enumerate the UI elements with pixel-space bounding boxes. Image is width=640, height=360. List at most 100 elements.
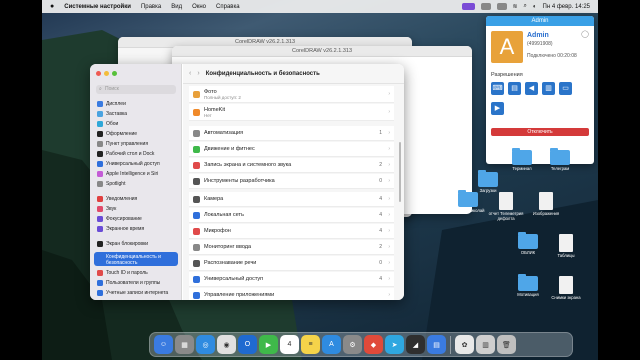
sidebar-item[interactable]: Учетные записи интернета	[94, 288, 178, 297]
menu-app-name[interactable]: Системные настройки	[64, 4, 131, 10]
wifi-icon[interactable]: ≋	[513, 3, 518, 10]
minimize-icon[interactable]	[104, 71, 109, 76]
disconnect-button[interactable]: Отключить	[491, 128, 589, 136]
desktop-icon[interactable]: Снимки экрана	[548, 276, 584, 300]
file-permission-icon[interactable]: ▥	[542, 82, 555, 95]
privacy-row[interactable]: Запись экрана и системного звука 2 ›	[189, 158, 394, 173]
menu-view[interactable]: Вид	[171, 4, 182, 10]
sidebar-item[interactable]: Обои	[94, 119, 178, 128]
menu-help[interactable]: Справка	[216, 4, 240, 10]
dock-appstore-icon[interactable]: A	[322, 335, 341, 354]
close-icon[interactable]	[96, 71, 101, 76]
privacy-row[interactable]: Движение и фитнес ›	[189, 142, 394, 157]
desktop-icon[interactable]: Загрузки	[470, 170, 506, 193]
privacy-row-label: HomeKit	[204, 106, 226, 113]
privacy-row[interactable]: Управление приложениями ›	[189, 288, 394, 300]
menu-window[interactable]: Окно	[192, 4, 206, 10]
privacy-row[interactable]: Универсальный доступ 4 ›	[189, 272, 394, 287]
privacy-row-count: 0	[379, 260, 382, 266]
desktop-icon-label: Таблицы	[557, 253, 575, 258]
desktop-icon[interactable]: Телеграм	[542, 148, 578, 171]
dock-safari-icon[interactable]: ◎	[196, 335, 215, 354]
privacy-row[interactable]: Микрофон 4 ›	[189, 224, 394, 239]
desktop-icon[interactable]: Терминал	[504, 148, 540, 171]
privacy-row[interactable]: Распознавание речи 0 ›	[189, 256, 394, 271]
screen-permission-icon[interactable]: ▭	[559, 82, 572, 95]
sidebar-item[interactable]: Заставка	[94, 109, 178, 118]
forward-chevron-icon[interactable]: ›	[197, 70, 199, 77]
content-scrollbar[interactable]	[399, 142, 401, 202]
desktop-icon[interactable]: Мотивация	[510, 274, 546, 297]
dock-outlook-icon[interactable]: O	[238, 335, 257, 354]
sidebar-item-label: Экран блокировки	[106, 240, 149, 247]
privacy-row[interactable]: Мониторинг ввода 2 ›	[189, 240, 394, 255]
sidebar-item[interactable]: Пункт управления	[94, 139, 178, 148]
privacy-row[interactable]: Фото Полный доступ: 2 ›	[189, 86, 394, 103]
avatar: A	[491, 31, 523, 63]
dock-docs-icon[interactable]: ▤	[427, 335, 446, 354]
privacy-row-icon	[193, 275, 200, 283]
dock-facetime-icon[interactable]: ▶	[259, 335, 278, 354]
privacy-row[interactable]: HomeKit Нет ›	[189, 104, 394, 121]
content-header: ‹ › Конфиденциальность и безопасность	[183, 64, 404, 84]
sidebar-item-icon	[97, 240, 103, 247]
desktop-icon[interactable]: Омелич Николай	[450, 190, 486, 213]
desktop-icon[interactable]: Таблицы	[548, 234, 584, 258]
dock-calendar-icon[interactable]: 4	[280, 335, 299, 354]
privacy-row-icon	[193, 145, 200, 153]
privacy-row-icon	[193, 108, 200, 116]
dock-telegram-icon[interactable]: ➤	[385, 335, 404, 354]
chat-icon[interactable]: ◯	[581, 30, 589, 38]
dock-finder-icon[interactable]: ☺	[154, 335, 173, 354]
sidebar-item[interactable]: Apple Intelligence и Siri	[94, 169, 178, 178]
privacy-row-text: Мониторинг ввода	[204, 244, 251, 250]
clipboard-permission-icon[interactable]: ▤	[508, 82, 521, 95]
sidebar-item[interactable]: Оформление	[94, 129, 178, 138]
remote-session-icon[interactable]	[461, 3, 475, 10]
privacy-row[interactable]: Автоматизация 1 ›	[189, 126, 394, 141]
sidebar-item[interactable]: Дисплеи	[94, 99, 178, 108]
menubar-clock[interactable]: Пн 4 февр. 14:25	[543, 4, 590, 10]
search-menubar-icon[interactable]: ⌕	[524, 3, 527, 10]
sound-permission-icon[interactable]: ◀	[525, 82, 538, 95]
sidebar-item[interactable]: Уведомления	[94, 194, 178, 203]
privacy-row-text: Локальная сеть	[204, 212, 244, 218]
sidebar-item[interactable]: Touch ID и пароль	[94, 268, 178, 277]
dock-pages-icon[interactable]: ◢	[406, 335, 425, 354]
privacy-row[interactable]: Инструменты разработчика 0 ›	[189, 174, 394, 189]
back-chevron-icon[interactable]: ‹	[189, 70, 191, 77]
sidebar-item[interactable]: Универсальный доступ	[94, 159, 178, 168]
dock-photos-icon[interactable]: ✿	[455, 335, 474, 354]
sidebar-item[interactable]: Экран блокировки	[94, 239, 178, 248]
battery-icon[interactable]	[496, 3, 507, 10]
dock-anydesk-icon[interactable]: ◆	[364, 335, 383, 354]
dock-chrome-icon[interactable]: ◉	[217, 335, 236, 354]
dock-files-icon[interactable]: ▥	[476, 335, 495, 354]
desktop-icon[interactable]: Изображения	[528, 192, 564, 216]
sidebar-item[interactable]: Конфиденциальность и безопасность	[94, 252, 178, 266]
sidebar-item[interactable]: Фокусирование	[94, 214, 178, 223]
dock-notes-icon[interactable]: ≡	[301, 335, 320, 354]
dock-trash-icon[interactable]: 🗑	[497, 335, 516, 354]
keyboard-permission-icon[interactable]: ⌨	[491, 82, 504, 95]
zoom-icon[interactable]	[112, 71, 117, 76]
sidebar-item[interactable]: Звук	[94, 204, 178, 213]
camera-permission-icon[interactable]: ▶	[491, 102, 504, 115]
sidebar-item[interactable]: Пользователи и группы	[94, 278, 178, 287]
sidebar-search-input[interactable]: ⌕ Поиск	[96, 85, 176, 94]
dock-settings-icon[interactable]: ⚙	[343, 335, 362, 354]
privacy-row[interactable]: Локальная сеть 4 ›	[189, 208, 394, 223]
menu-edit[interactable]: Правка	[141, 4, 161, 10]
apple-menu-icon[interactable]: ●	[50, 3, 54, 10]
sidebar-item[interactable]: Экранное время	[94, 224, 178, 233]
dock-launchpad-icon[interactable]: ▦	[175, 335, 194, 354]
chevron-right-icon: ›	[388, 212, 390, 218]
status-icon[interactable]	[480, 3, 491, 10]
desktop-icon[interactable]: отчет Телеметрия дефолта	[488, 192, 524, 221]
privacy-row[interactable]: Камера 4 ›	[189, 192, 394, 207]
sidebar-item[interactable]: Рабочий стол и Dock	[94, 149, 178, 158]
page-title: Конфиденциальность и безопасность	[205, 70, 320, 77]
desktop-icon[interactable]: ОБЛИК	[510, 232, 546, 255]
sidebar-item[interactable]: Spotlight	[94, 179, 178, 188]
control-center-icon[interactable]: ◐	[533, 4, 537, 10]
